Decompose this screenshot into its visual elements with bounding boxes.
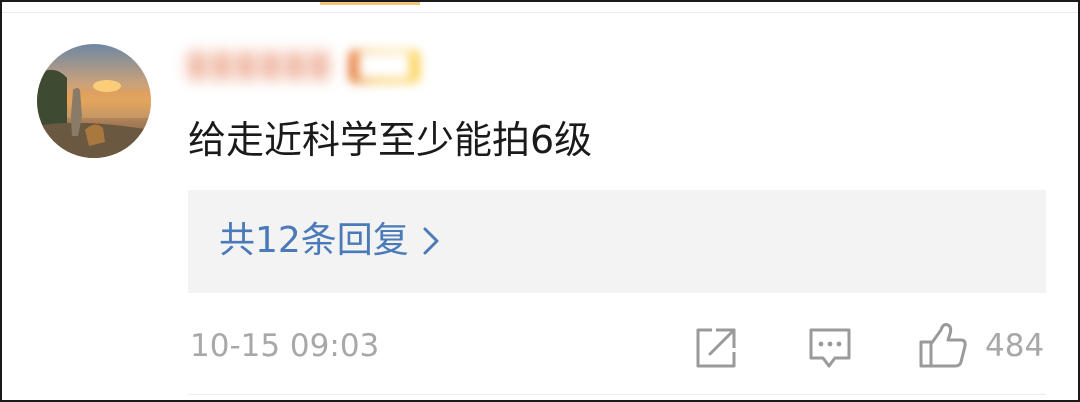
share-icon (696, 328, 736, 368)
share-button[interactable] (694, 326, 738, 370)
timestamp: 10-15 09:03 (190, 328, 380, 364)
username-text: ██████ (188, 52, 335, 80)
avatar-image (37, 44, 151, 158)
view-replies-link[interactable]: 共12条回复 (219, 216, 439, 266)
divider (2, 12, 1078, 13)
thumbs-up-icon (919, 323, 967, 368)
avatar[interactable] (37, 44, 151, 158)
comment-text: 给走近科学至少能拍6级 (188, 118, 593, 162)
chevron-right-icon (423, 227, 439, 255)
comment-icon (809, 328, 851, 368)
divider (188, 394, 1046, 395)
replies-panel[interactable]: 共12条回复 (188, 190, 1046, 293)
username[interactable]: ██████ ███ (188, 46, 420, 86)
replies-count-label: 共12条回复 (219, 220, 409, 261)
member-badge: ███ (348, 49, 420, 83)
like-button[interactable] (917, 320, 969, 370)
reply-button[interactable] (807, 326, 853, 370)
comment-card: ██████ ███ 给走近科学至少能拍6级 共12条回复 10-15 09:0… (0, 0, 1080, 402)
like-count: 484 (985, 328, 1045, 364)
top-accent-bar (320, 2, 420, 5)
